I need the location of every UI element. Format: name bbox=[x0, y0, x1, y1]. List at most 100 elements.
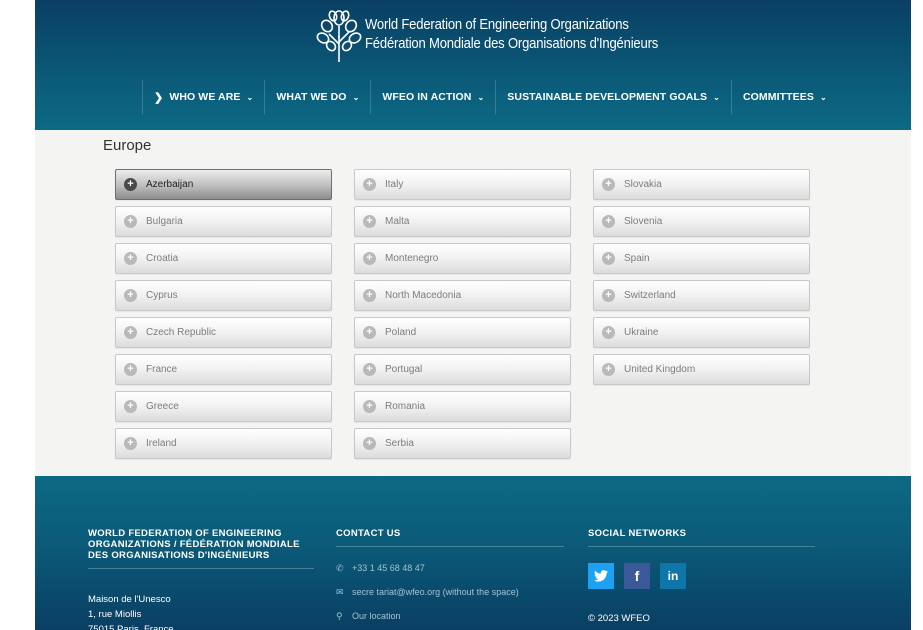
country-button[interactable]: + Czech Republic bbox=[115, 317, 332, 348]
country-button[interactable]: + Montenegro bbox=[354, 243, 571, 274]
country-label: Spain bbox=[624, 253, 650, 264]
social-buttons: f in bbox=[588, 563, 696, 589]
facebook-button[interactable]: f bbox=[624, 563, 650, 589]
email-text: secre tariat@wfeo.org (without the space… bbox=[352, 587, 519, 597]
nav-label: WHAT WE DO bbox=[276, 91, 347, 103]
country-button[interactable]: + Portugal bbox=[354, 354, 571, 385]
country-label: Czech Republic bbox=[146, 327, 217, 338]
country-label: Slovenia bbox=[624, 216, 663, 227]
twitter-button[interactable] bbox=[588, 563, 614, 589]
country-button[interactable]: + Azerbaijan bbox=[115, 169, 332, 200]
map-pin-icon: ⚲ bbox=[336, 611, 343, 621]
country-label: France bbox=[146, 364, 178, 375]
chevron-down-icon: ⌄ bbox=[477, 92, 485, 102]
country-label: Bulgaria bbox=[146, 216, 183, 227]
country-label: Romania bbox=[385, 401, 426, 412]
divider bbox=[336, 546, 564, 547]
plus-circle-icon: + bbox=[363, 252, 376, 265]
country-button[interactable]: + Croatia bbox=[115, 243, 332, 274]
country-button[interactable]: + Poland bbox=[354, 317, 571, 348]
country-column-2: + Italy + Malta + Montenegro + North Macedonia +… bbox=[354, 169, 571, 465]
logo-line-1: World Federation of Engineering Organiza… bbox=[365, 17, 629, 33]
facebook-icon: f bbox=[634, 568, 640, 584]
country-button[interactable]: + Italy bbox=[354, 169, 571, 200]
country-button[interactable]: + Ireland bbox=[115, 428, 332, 459]
logo-text: World Federation of Engineering Organiza… bbox=[365, 16, 658, 54]
twitter-icon bbox=[594, 570, 608, 582]
contact-email[interactable]: ✉ secre tariat@wfeo.org (without the spa… bbox=[336, 587, 519, 598]
logo-line-2: Fédération Mondiale des Organisations d'… bbox=[365, 36, 659, 52]
country-button[interactable]: + Slovenia bbox=[593, 206, 810, 237]
nav-sdgs[interactable]: SUSTAINABLE DEVELOPMENT GOALS ⌄ bbox=[495, 80, 731, 114]
country-label: Greece bbox=[146, 401, 179, 412]
country-label: Switzerland bbox=[624, 290, 676, 301]
plus-circle-icon: + bbox=[124, 363, 137, 376]
contact-phone[interactable]: ✆ +33 1 45 68 48 47 bbox=[336, 563, 425, 574]
divider bbox=[88, 568, 314, 569]
location-text: Our location bbox=[352, 611, 401, 621]
country-button[interactable]: + Serbia bbox=[354, 428, 571, 459]
plus-circle-icon: + bbox=[124, 215, 137, 228]
country-column-1: + Azerbaijan + Bulgaria + Croatia + Cyprus + Czec… bbox=[115, 169, 332, 465]
country-button[interactable]: + France bbox=[115, 354, 332, 385]
country-column-3: + Slovakia + Slovenia + Spain + Switzerland + Ukr… bbox=[593, 169, 810, 391]
address-line: 1, rue Miollis bbox=[88, 609, 142, 620]
site-header: World Federation of Engineering Organiza… bbox=[35, 0, 911, 130]
footer-org: WORLD FEDERATION OF ENGINEERING ORGANIZA… bbox=[88, 528, 314, 630]
plus-circle-icon: + bbox=[363, 400, 376, 413]
plus-circle-icon: + bbox=[602, 178, 615, 191]
country-label: Azerbaijan bbox=[146, 179, 194, 190]
plus-circle-icon: + bbox=[124, 400, 137, 413]
plus-circle-icon: + bbox=[602, 215, 615, 228]
country-button[interactable]: + Switzerland bbox=[593, 280, 810, 311]
country-button[interactable]: + Spain bbox=[593, 243, 810, 274]
country-button[interactable]: + Malta bbox=[354, 206, 571, 237]
footer-org-heading: WORLD FEDERATION OF ENGINEERING ORGANIZA… bbox=[88, 528, 300, 561]
country-label: Ukraine bbox=[624, 327, 659, 338]
country-button[interactable]: + Romania bbox=[354, 391, 571, 422]
phone-icon: ✆ bbox=[336, 563, 344, 573]
country-button[interactable]: + United Kingdom bbox=[593, 354, 810, 385]
country-button[interactable]: + Slovakia bbox=[593, 169, 810, 200]
plus-circle-icon: + bbox=[363, 437, 376, 450]
divider bbox=[588, 546, 815, 547]
nav-committees[interactable]: COMMITTEES ⌄ bbox=[730, 80, 838, 114]
country-button[interactable]: + North Macedonia bbox=[354, 280, 571, 311]
country-label: Italy bbox=[385, 179, 404, 190]
country-label: Slovakia bbox=[624, 179, 662, 190]
country-label: Croatia bbox=[146, 253, 179, 264]
footer-social: SOCIAL NETWORKS f in © 2023 WFEO bbox=[588, 528, 815, 624]
nav-what-we-do[interactable]: WHAT WE DO ⌄ bbox=[264, 80, 370, 114]
page-frame: World Federation of Engineering Organiza… bbox=[35, 0, 911, 630]
phone-text: +33 1 45 68 48 47 bbox=[352, 563, 425, 573]
country-label: Serbia bbox=[385, 438, 414, 449]
country-label: Montenegro bbox=[385, 253, 439, 264]
country-label: United Kingdom bbox=[624, 364, 696, 375]
country-label: Malta bbox=[385, 216, 410, 227]
plus-circle-icon: + bbox=[363, 178, 376, 191]
linkedin-icon: in bbox=[667, 569, 679, 583]
nav-wfeo-in-action[interactable]: WFEO IN ACTION ⌄ bbox=[370, 80, 495, 114]
nav-who-we-are[interactable]: ❯ WHO WE ARE ⌄ bbox=[142, 80, 264, 114]
footer-address: Maison de l'Unesco 1, rue Miollis 75015 … bbox=[88, 592, 314, 630]
country-button[interactable]: + Bulgaria bbox=[115, 206, 332, 237]
country-button[interactable]: + Greece bbox=[115, 391, 332, 422]
country-button[interactable]: + Ukraine bbox=[593, 317, 810, 348]
nav-label: SUSTAINABLE DEVELOPMENT GOALS bbox=[507, 91, 708, 103]
plus-circle-icon: + bbox=[363, 289, 376, 302]
linkedin-button[interactable]: in bbox=[660, 563, 686, 589]
country-button[interactable]: + Cyprus bbox=[115, 280, 332, 311]
contact-location[interactable]: ⚲ Our location bbox=[336, 611, 401, 622]
main-nav: ❯ WHO WE ARE ⌄ WHAT WE DO ⌄ WFEO IN ACTI… bbox=[142, 80, 838, 114]
plus-circle-icon: + bbox=[124, 252, 137, 265]
nav-label: WHO WE ARE bbox=[169, 91, 241, 103]
plus-circle-icon: + bbox=[124, 437, 137, 450]
site-footer: WORLD FEDERATION OF ENGINEERING ORGANIZA… bbox=[35, 476, 911, 630]
plus-circle-icon: + bbox=[124, 326, 137, 339]
plus-circle-icon: + bbox=[363, 215, 376, 228]
footer-contact-heading: CONTACT US bbox=[336, 528, 401, 539]
wfeo-logo[interactable]: World Federation of Engineering Organiza… bbox=[315, 6, 658, 64]
chevron-down-icon: ⌄ bbox=[713, 92, 720, 102]
country-label: Portugal bbox=[385, 364, 423, 375]
chevron-down-icon: ⌄ bbox=[246, 92, 254, 102]
